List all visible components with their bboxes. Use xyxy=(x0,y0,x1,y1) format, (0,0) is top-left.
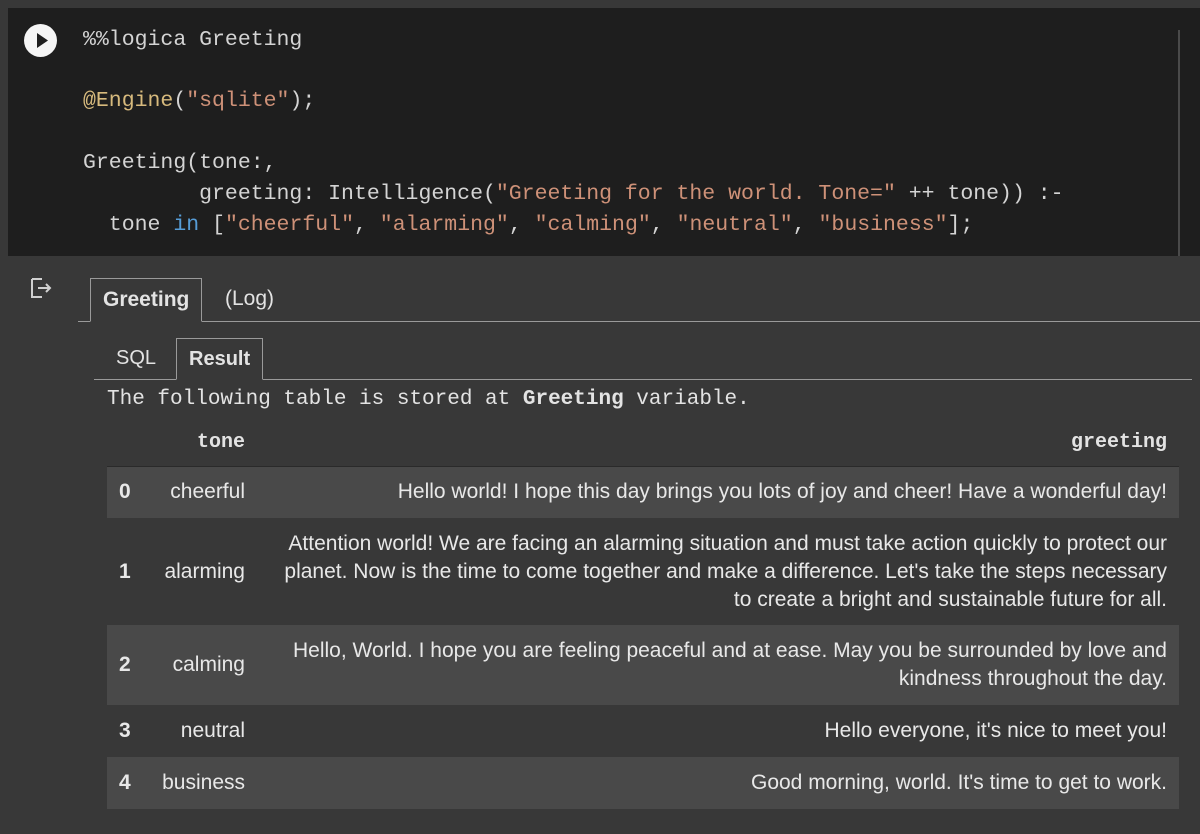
row-index: 0 xyxy=(107,466,147,518)
row-index: 2 xyxy=(107,625,147,705)
code-token: , xyxy=(353,213,380,237)
tab-log[interactable]: (Log) xyxy=(213,278,286,322)
table-header-row: tone greeting xyxy=(107,420,1179,467)
header-tone: tone xyxy=(147,420,257,467)
table-row: 3 neutral Hello everyone, it's nice to m… xyxy=(107,705,1179,757)
code-token: tone xyxy=(83,213,174,237)
cell-greeting: Hello, World. I hope you are feeling pea… xyxy=(257,625,1179,705)
note-prefix: The following table is stored at xyxy=(107,388,523,411)
output-redirect-icon[interactable] xyxy=(28,275,54,301)
code-token: ); xyxy=(289,89,316,113)
code-token: "business" xyxy=(818,213,948,237)
play-icon xyxy=(37,33,48,48)
tab-sql[interactable]: SQL xyxy=(104,338,168,380)
code-token: "alarming" xyxy=(379,213,509,237)
cell-tone: calming xyxy=(147,625,257,705)
code-line-2: @Engine("sqlite"); xyxy=(83,86,315,116)
code-token: @Engine xyxy=(83,89,174,113)
code-token: [ xyxy=(199,213,225,237)
table-row: 1 alarming Attention world! We are facin… xyxy=(107,518,1179,625)
run-cell-button[interactable] xyxy=(24,24,57,57)
code-token: in xyxy=(173,213,200,237)
header-greeting: greeting xyxy=(257,420,1179,467)
code-token: , xyxy=(650,213,677,237)
output-tabs: Greeting (Log) xyxy=(78,278,1200,322)
code-editor[interactable]: %%logica Greeting @Engine("sqlite"); Gre… xyxy=(83,8,1064,237)
cell-tone: business xyxy=(147,757,257,809)
code-token: "sqlite" xyxy=(186,89,290,113)
code-line-5: tone in ["cheerful", "alarming", "calmin… xyxy=(83,210,974,240)
table-row: 0 cheerful Hello world! I hope this day … xyxy=(107,466,1179,518)
header-index xyxy=(107,420,147,467)
cell-greeting: Hello world! I hope this day brings you … xyxy=(257,466,1179,518)
code-token: , xyxy=(508,213,535,237)
cell-greeting: Hello everyone, it's nice to meet you! xyxy=(824,719,1167,742)
tab-greeting[interactable]: Greeting xyxy=(90,278,203,322)
code-token: ++ tone)) :- xyxy=(895,182,1064,206)
cell-greeting: Attention world! We are facing an alarmi… xyxy=(284,531,1167,611)
row-index: 3 xyxy=(119,719,131,742)
row-index: 4 xyxy=(107,757,147,809)
result-table: tone greeting 0 cheerful Hello world! I … xyxy=(107,420,1179,809)
code-token: , xyxy=(792,213,819,237)
cell-tone: neutral xyxy=(180,719,245,742)
code-token: ]; xyxy=(947,213,974,237)
code-line-1: %%logica Greeting xyxy=(83,28,303,52)
table-row: 2 calming Hello, World. I hope you are f… xyxy=(107,625,1179,705)
cell-tone: cheerful xyxy=(147,466,257,518)
tab-result[interactable]: Result xyxy=(176,338,264,380)
editor-scrollbar[interactable] xyxy=(1178,30,1180,256)
code-token: greeting: Intelligence( xyxy=(83,182,496,206)
code-token: "calming" xyxy=(534,213,651,237)
code-token: ( xyxy=(173,89,187,113)
note-suffix: variable. xyxy=(623,388,750,411)
cell-greeting: Good morning, world. It's time to get to… xyxy=(257,757,1179,809)
code-token: "cheerful" xyxy=(224,213,354,237)
code-cell[interactable]: %%logica Greeting @Engine("sqlite"); Gre… xyxy=(8,8,1200,256)
code-line-4: greeting: Intelligence("Greeting for the… xyxy=(83,179,1064,209)
result-tabs: SQL Result xyxy=(94,338,1192,380)
cell-tone: alarming xyxy=(164,559,245,583)
table-row: 4 business Good morning, world. It's tim… xyxy=(107,757,1179,809)
result-note: The following table is stored at Greetin… xyxy=(107,388,750,411)
note-variable: Greeting xyxy=(522,388,624,411)
code-token: "neutral" xyxy=(676,213,793,237)
code-token: "Greeting for the world. Tone=" xyxy=(495,182,896,206)
code-line-3: Greeting(tone:, xyxy=(83,151,277,175)
row-index: 1 xyxy=(119,559,131,583)
